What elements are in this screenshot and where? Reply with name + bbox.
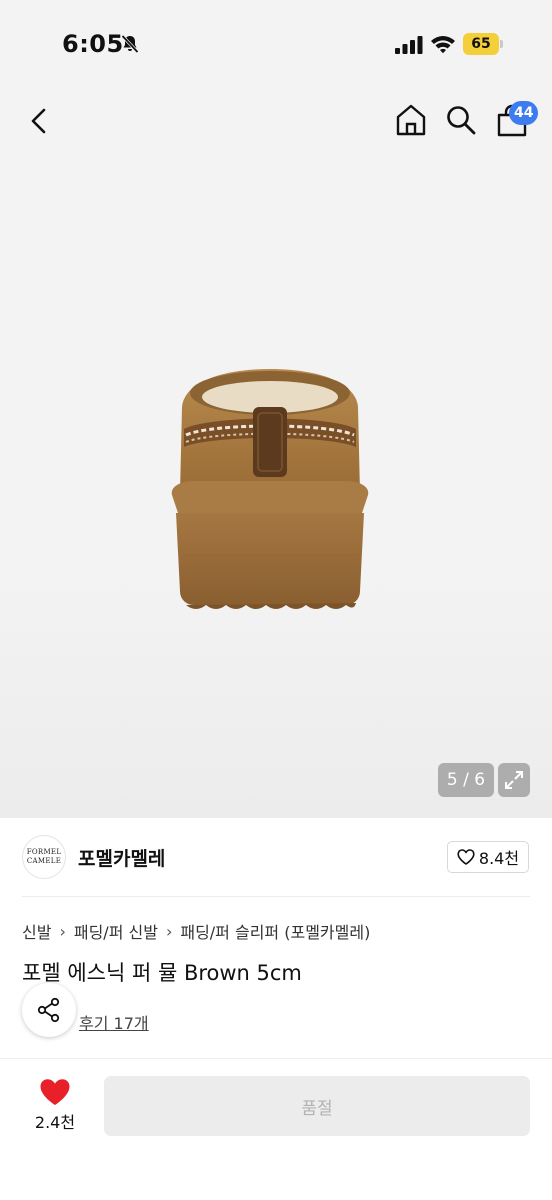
heart-outline-icon [457,849,475,865]
back-arrow-icon[interactable] [22,104,56,138]
share-icon [37,997,60,1023]
breadcrumb: 신발 › 패딩/퍼 신발 › 패딩/퍼 슬리퍼 (포멜카멜레) [22,919,370,943]
review-link[interactable]: 후기 17개 [79,1010,149,1034]
divider [22,896,530,897]
chevron-right-icon: › [59,921,66,941]
brand-name-link[interactable]: 포멜카멜레 [78,844,165,871]
wishlist-heart-icon[interactable] [39,1078,71,1106]
product-image-gallery[interactable]: 6:05 65 44 5 / 6 [0,0,552,818]
breadcrumb-item-shoes[interactable]: 신발 [22,919,51,943]
status-bar: 6:05 65 [0,0,552,90]
search-icon[interactable] [445,104,477,136]
breadcrumb-item-padding-fur-slippers[interactable]: 패딩/퍼 슬리퍼 (포멜카멜레) [180,919,370,943]
chevron-right-icon: › [165,921,173,941]
image-counter: 5 / 6 [438,763,494,797]
divider [0,1058,552,1059]
brand-like-button[interactable]: 8.4천 [447,841,529,873]
product-title: 포멜 에스닉 퍼 뮬 Brown 5cm [22,961,302,985]
brand-logo-line2: CAMELE [26,857,62,865]
sold-out-button[interactable]: 품절 [104,1076,530,1136]
bell-muted-icon [121,34,139,54]
expand-icon [505,771,523,789]
wifi-icon [431,36,455,54]
status-time: 6:05 [62,30,124,58]
wishlist-count: 2.4천 [34,1113,76,1132]
cart-count-badge: 44 [509,101,539,125]
breadcrumb-item-padding-fur-shoes[interactable]: 패딩/퍼 신발 [74,919,158,943]
home-icon[interactable] [394,102,428,138]
battery-icon: 65 [463,33,503,55]
brand-logo[interactable]: FORMEL CAMELE [22,835,66,879]
brand-logo-line1: FORMEL [26,848,62,856]
product-photo [171,369,369,609]
cellular-signal-icon [395,36,423,54]
home-indicator-area [0,1160,552,1200]
battery-level: 65 [463,33,499,55]
fullscreen-button[interactable] [498,763,530,797]
share-button[interactable] [22,983,76,1037]
brand-like-count: 8.4천 [478,849,520,868]
